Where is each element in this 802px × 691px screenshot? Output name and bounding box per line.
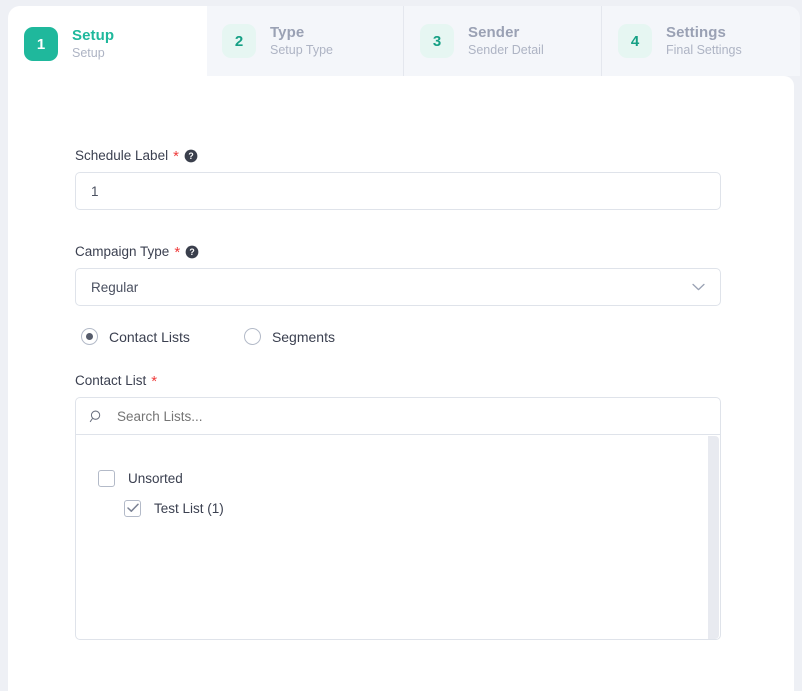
- step-badge-3: 3: [420, 24, 454, 58]
- step-subtitle-4: Final Settings: [666, 43, 742, 57]
- step-subtitle-2: Setup Type: [270, 43, 333, 57]
- radio-contact-lists-icon: [81, 328, 98, 345]
- step-text-3: Sender Sender Detail: [468, 24, 544, 58]
- campaign-type-caption: Campaign Type * ?: [75, 244, 721, 259]
- radio-segments-label: Segments: [272, 329, 335, 345]
- step-subtitle-3: Sender Detail: [468, 43, 544, 57]
- schedule-label-required-marker: *: [173, 149, 179, 164]
- chevron-down-icon: [692, 283, 705, 291]
- list-item-unsorted[interactable]: Unsorted: [98, 463, 720, 493]
- step-text-2: Type Setup Type: [270, 24, 333, 58]
- list-item-test-list-label: Test List (1): [154, 501, 224, 516]
- step-tab-type[interactable]: 2 Type Setup Type: [206, 6, 404, 76]
- question-circle-icon[interactable]: ?: [184, 149, 198, 163]
- step-badge-4: 4: [618, 24, 652, 58]
- svg-text:?: ?: [188, 151, 193, 161]
- contact-list-tree: Unsorted Test List (1): [76, 435, 720, 523]
- list-item-unsorted-label: Unsorted: [128, 471, 183, 486]
- step-tab-sender[interactable]: 3 Sender Sender Detail: [404, 6, 602, 76]
- radio-contact-lists-label: Contact Lists: [109, 329, 190, 345]
- step-title-2: Type: [270, 24, 333, 41]
- campaign-type-field: Campaign Type * ? Regular: [75, 244, 721, 306]
- campaign-type-required-marker: *: [174, 245, 180, 260]
- schedule-label-text: Schedule Label: [75, 148, 168, 163]
- step-title-3: Sender: [468, 24, 544, 41]
- step-title-4: Settings: [666, 24, 742, 41]
- list-item-test-list[interactable]: Test List (1): [98, 493, 720, 523]
- step-tab-setup[interactable]: 1 Setup Setup: [8, 6, 206, 82]
- wizard-content-card: Schedule Label * ? Campaign Type *: [8, 76, 794, 691]
- step-text-4: Settings Final Settings: [666, 24, 742, 58]
- schedule-label-input[interactable]: [75, 172, 721, 210]
- question-circle-icon[interactable]: ?: [185, 245, 199, 259]
- list-source-radio-group: Contact Lists Segments: [81, 328, 721, 345]
- contact-list-search-wrapper: [75, 397, 721, 435]
- contact-list-search-input[interactable]: [115, 408, 705, 425]
- contact-list-required-marker: *: [151, 374, 157, 389]
- radio-segments-icon: [244, 328, 261, 345]
- search-icon: [89, 409, 104, 424]
- step-text-1: Setup Setup: [72, 27, 114, 61]
- step-badge-1: 1: [24, 27, 58, 61]
- campaign-type-selected-value: Regular: [91, 280, 138, 295]
- setup-form: Schedule Label * ? Campaign Type *: [75, 148, 721, 640]
- contact-list-field: Contact List *: [75, 373, 721, 640]
- step-title-1: Setup: [72, 27, 114, 44]
- svg-text:?: ?: [189, 247, 194, 257]
- radio-option-segments[interactable]: Segments: [244, 328, 335, 345]
- step-subtitle-1: Setup: [72, 46, 114, 60]
- step-badge-2: 2: [222, 24, 256, 58]
- contact-list-scrollbar[interactable]: [708, 436, 719, 639]
- wizard-stepper: 1 Setup Setup 2 Type Setup Type 3 Sender…: [8, 6, 802, 76]
- campaign-setup-wizard: 1 Setup Setup 2 Type Setup Type 3 Sender…: [0, 0, 802, 691]
- contact-list-caption: Contact List *: [75, 373, 721, 388]
- schedule-label-caption: Schedule Label * ?: [75, 148, 721, 163]
- campaign-type-select[interactable]: Regular: [75, 268, 721, 306]
- schedule-label-field: Schedule Label * ?: [75, 148, 721, 210]
- checkbox-unsorted-icon: [98, 470, 115, 487]
- checkbox-test-list-icon: [124, 500, 141, 517]
- contact-list-text: Contact List: [75, 373, 146, 388]
- campaign-type-text: Campaign Type: [75, 244, 169, 259]
- contact-list-panel: Unsorted Test List (1): [75, 435, 721, 640]
- radio-option-contact-lists[interactable]: Contact Lists: [81, 328, 190, 345]
- step-tab-settings[interactable]: 4 Settings Final Settings: [602, 6, 800, 76]
